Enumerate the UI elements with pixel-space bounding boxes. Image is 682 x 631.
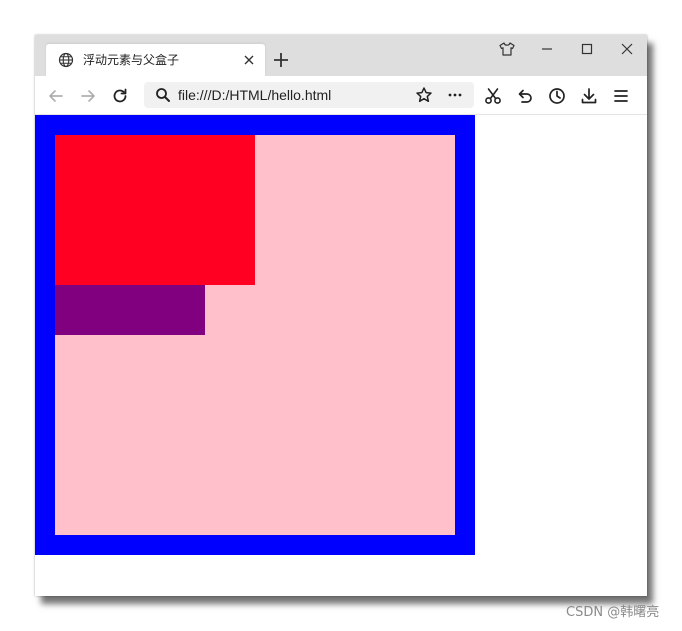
forward-icon[interactable] <box>78 86 98 106</box>
floating-box-red <box>55 135 255 285</box>
back-icon[interactable] <box>46 86 66 106</box>
tshirt-icon[interactable] <box>497 39 517 59</box>
plus-icon[interactable] <box>271 50 291 70</box>
undo-icon[interactable] <box>515 86 535 106</box>
maximize-icon[interactable] <box>577 39 597 59</box>
more-icon[interactable] <box>446 86 464 104</box>
active-tab[interactable]: 浮动元素与父盒子 <box>46 44 265 76</box>
minimize-icon[interactable] <box>537 39 557 59</box>
history-icon[interactable] <box>547 86 567 106</box>
address-bar[interactable]: file:///D:/HTML/hello.html <box>144 82 474 108</box>
tab-title: 浮动元素与父盒子 <box>83 53 180 67</box>
globe-icon <box>58 52 74 68</box>
download-icon[interactable] <box>579 86 599 106</box>
star-icon[interactable] <box>415 86 433 104</box>
navigation-toolbar: file:///D:/HTML/hello.html <box>35 76 647 115</box>
url-text[interactable]: file:///D:/HTML/hello.html <box>178 87 331 103</box>
screenshot-stage: 浮动元素与父盒子 file:///D:/HTML/hello.html CSDN… <box>0 0 682 631</box>
parent-box <box>35 115 475 555</box>
floating-box-purple <box>55 285 205 335</box>
menu-icon[interactable] <box>611 86 631 106</box>
title-bar: 浮动元素与父盒子 <box>35 35 647 76</box>
close-icon[interactable] <box>617 39 637 59</box>
browser-window: 浮动元素与父盒子 file:///D:/HTML/hello.html <box>35 35 647 596</box>
page-viewport <box>35 115 647 596</box>
scissors-icon[interactable] <box>483 86 503 106</box>
watermark: CSDN @韩曙亮 <box>566 605 660 620</box>
search-icon <box>155 87 171 103</box>
close-icon[interactable] <box>242 53 256 67</box>
reload-icon[interactable] <box>110 86 130 106</box>
